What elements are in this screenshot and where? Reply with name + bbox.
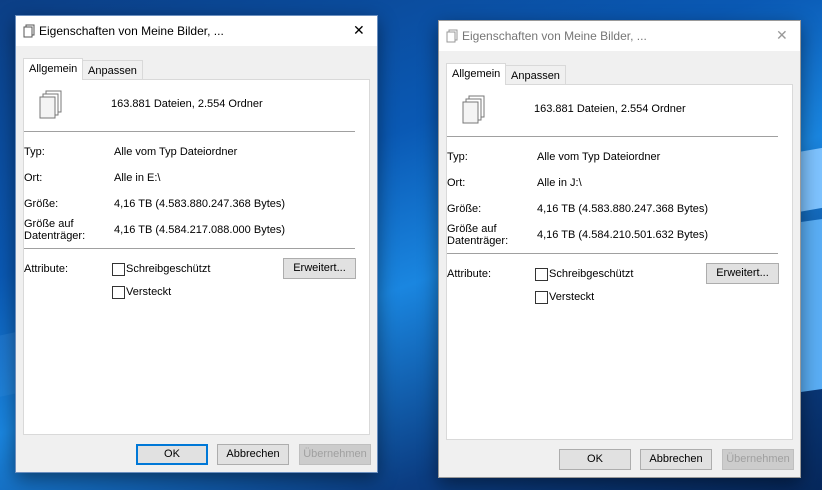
desktop-light-streak (800, 217, 822, 393)
title-bar[interactable]: Eigenschaften von Meine Bilder, ... ✕ (16, 16, 377, 46)
cancel-button[interactable]: Abbrechen (640, 449, 712, 470)
properties-window-j: Eigenschaften von Meine Bilder, ... ✕ Al… (438, 20, 801, 478)
readonly-label[interactable]: Schreibgeschützt (549, 268, 633, 280)
cancel-button[interactable]: Abbrechen (217, 444, 289, 465)
location-value: Alle in E:\ (114, 172, 161, 184)
files-icon (462, 95, 485, 124)
disk-size-value: 4,16 TB (4.584.210.501.632 Bytes) (537, 229, 709, 241)
divider (24, 131, 355, 132)
size-value: 4,16 TB (4.583.880.247.368 Bytes) (537, 203, 709, 215)
properties-icon (23, 24, 35, 38)
properties-icon (446, 29, 458, 43)
readonly-checkbox[interactable] (112, 263, 125, 276)
hidden-label[interactable]: Versteckt (126, 286, 171, 298)
disk-size-label: Größe auf (24, 218, 74, 230)
apply-button[interactable]: Übernehmen (722, 449, 794, 470)
size-label: Größe: (447, 203, 482, 215)
divider (447, 136, 778, 137)
apply-button[interactable]: Übernehmen (299, 444, 371, 465)
disk-size-label-2: Datenträger: (447, 235, 509, 247)
properties-window-e: Eigenschaften von Meine Bilder, ... ✕ Al… (15, 15, 378, 473)
type-label: Typ: (24, 146, 45, 158)
ok-button[interactable]: OK (136, 444, 208, 465)
location-label: Ort: (24, 172, 43, 184)
close-button[interactable]: ✕ (764, 21, 800, 51)
close-icon: ✕ (353, 22, 365, 38)
close-icon: ✕ (776, 27, 788, 43)
content-summary: 163.881 Dateien, 2.554 Ordner (534, 103, 686, 115)
readonly-checkbox[interactable] (535, 268, 548, 281)
advanced-button[interactable]: Erweitert... (706, 263, 779, 284)
divider (447, 253, 778, 254)
tab-allgemein[interactable]: Allgemein (446, 63, 507, 85)
location-value: Alle in J:\ (537, 177, 582, 189)
type-value: Alle vom Typ Dateiordner (537, 151, 661, 163)
size-label: Größe: (24, 198, 59, 210)
type-value: Alle vom Typ Dateiordner (114, 146, 238, 158)
tab-anpassen[interactable]: Anpassen (82, 60, 143, 80)
attributes-label: Attribute: (447, 268, 492, 280)
hidden-checkbox[interactable] (535, 291, 548, 304)
disk-size-value: 4,16 TB (4.584.217.088.000 Bytes) (114, 224, 286, 236)
advanced-button[interactable]: Erweitert... (283, 258, 356, 279)
attributes-label: Attribute: (24, 263, 69, 275)
divider (24, 248, 355, 249)
files-icon (39, 90, 62, 119)
readonly-label[interactable]: Schreibgeschützt (126, 263, 210, 275)
type-label: Typ: (447, 151, 468, 163)
tab-allgemein[interactable]: Allgemein (23, 58, 84, 80)
content-summary: 163.881 Dateien, 2.554 Ordner (111, 98, 263, 110)
hidden-label[interactable]: Versteckt (549, 291, 594, 303)
close-button[interactable]: ✕ (341, 16, 377, 46)
tab-anpassen[interactable]: Anpassen (505, 65, 566, 85)
window-title: Eigenschaften von Meine Bilder, ... (462, 29, 647, 43)
tab-panel: 163.881 Dateien, 2.554 Ordner Typ: Alle … (23, 79, 370, 435)
ok-button[interactable]: OK (559, 449, 631, 470)
location-label: Ort: (447, 177, 466, 189)
size-value: 4,16 TB (4.583.880.247.368 Bytes) (114, 198, 286, 210)
disk-size-label-2: Datenträger: (24, 230, 86, 242)
tab-panel: 163.881 Dateien, 2.554 Ordner Typ: Alle … (446, 84, 793, 440)
disk-size-label: Größe auf (447, 223, 497, 235)
hidden-checkbox[interactable] (112, 286, 125, 299)
title-bar[interactable]: Eigenschaften von Meine Bilder, ... ✕ (439, 21, 800, 51)
window-title: Eigenschaften von Meine Bilder, ... (39, 24, 224, 38)
